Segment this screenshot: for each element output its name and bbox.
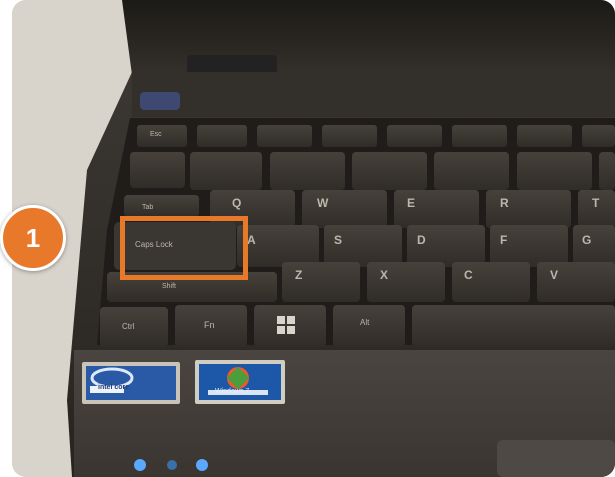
- key-label-tab: Tab: [142, 204, 154, 211]
- key-label-t: T: [592, 196, 600, 210]
- key-label-g: G: [582, 233, 592, 247]
- key-label-fn: Fn: [204, 320, 215, 330]
- intel-sticker: [82, 362, 180, 404]
- key-label-z: Z: [295, 268, 303, 282]
- intel-sticker-label: intel core: [98, 384, 130, 391]
- key-label-x: X: [380, 268, 389, 282]
- key-label-shift: Shift: [162, 283, 177, 290]
- key-label-v: V: [550, 268, 559, 282]
- number-key-row: [130, 152, 615, 190]
- keyboard-image: [12, 0, 615, 477]
- step-number-badge: 1: [0, 205, 66, 271]
- step-number: 1: [25, 222, 41, 253]
- key-label-ctrl: Ctrl: [122, 322, 135, 331]
- caps-lock-highlight-box: [120, 216, 248, 280]
- windows-sticker: [195, 360, 285, 404]
- key-label-e: E: [407, 196, 416, 210]
- key-label-w: W: [317, 196, 329, 210]
- bottom-key-row: [100, 305, 615, 347]
- key-label-q: Q: [232, 196, 242, 210]
- key-label-esc: Esc: [150, 131, 162, 138]
- function-key-row: [137, 125, 615, 147]
- key-label-d: D: [417, 233, 426, 247]
- key-label-c: C: [464, 268, 473, 282]
- key-label-f: F: [500, 233, 508, 247]
- key-label-alt: Alt: [360, 318, 370, 327]
- key-label-s: S: [334, 233, 343, 247]
- key-label-a: A: [247, 233, 256, 247]
- laptop-photo: Caps Lock Q W E R T A S D F G Z X C V Ct…: [12, 0, 615, 477]
- windows-sticker-label: Windows 7: [215, 388, 250, 395]
- key-label-r: R: [500, 196, 509, 210]
